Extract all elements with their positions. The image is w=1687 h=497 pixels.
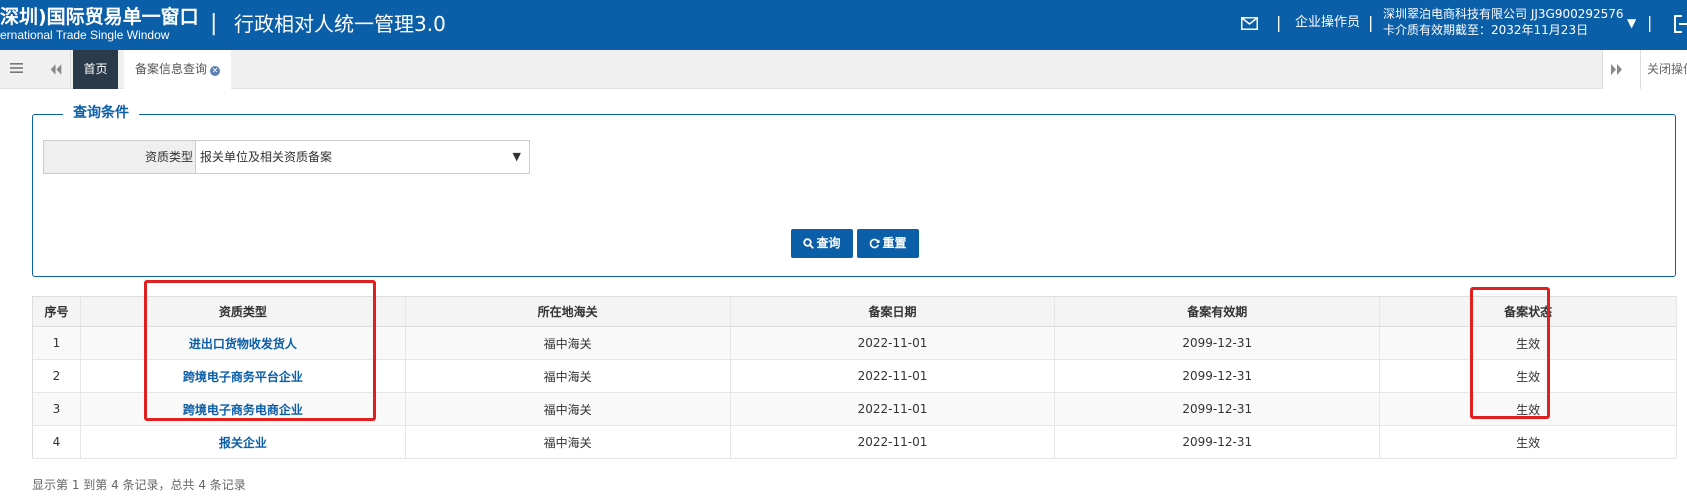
cell-valid: 2099-12-31 bbox=[1054, 326, 1381, 360]
column-header[interactable]: 资质类型 bbox=[80, 296, 406, 327]
cell-type-link[interactable]: 报关企业 bbox=[80, 425, 406, 459]
qualification-type-label: 资质类型 bbox=[44, 141, 196, 173]
logout-icon[interactable] bbox=[1674, 15, 1687, 33]
top-header: 深圳)国际贸易单一窗口 ernational Trade Single Wind… bbox=[0, 0, 1687, 50]
cell-customs: 福中海关 bbox=[405, 326, 731, 360]
reset-button[interactable]: 重置 bbox=[857, 229, 919, 258]
column-header[interactable]: 所在地海关 bbox=[405, 296, 731, 327]
cell-no: 1 bbox=[32, 326, 81, 360]
results-table: 序号 资质类型 所在地海关 备案日期 备案有效期 备案状态 1 进出口货物收发货… bbox=[32, 296, 1677, 459]
table-row[interactable]: 4 报关企业 福中海关 2022-11-01 2099-12-31 生效 bbox=[32, 425, 1677, 459]
system-title: 行政相对人统一管理3.0 bbox=[234, 12, 446, 36]
cell-valid: 2099-12-31 bbox=[1054, 392, 1381, 426]
column-header[interactable]: 备案日期 bbox=[730, 296, 1056, 327]
table-header-row: 序号 资质类型 所在地海关 备案日期 备案有效期 备案状态 bbox=[32, 296, 1677, 327]
refresh-icon bbox=[870, 238, 880, 249]
brand-title-cn: 深圳)国际贸易单一窗口 bbox=[0, 6, 199, 28]
cell-status: 生效 bbox=[1379, 425, 1677, 459]
table-row[interactable]: 1 进出口货物收发货人 福中海关 2022-11-01 2099-12-31 生… bbox=[32, 326, 1677, 360]
mail-icon[interactable] bbox=[1241, 17, 1258, 30]
table-row[interactable]: 3 跨境电子商务电商企业 福中海关 2022-11-01 2099-12-31 … bbox=[32, 392, 1677, 426]
tab-label: 备案信息查询 bbox=[135, 62, 208, 76]
chevron-down-icon: ▼ bbox=[512, 150, 521, 163]
query-conditions-legend: 查询条件 bbox=[63, 103, 139, 123]
company-info[interactable]: 深圳翠泊电商科技有限公司 JJ3G900292576 卡介质有效期截至：2032… bbox=[1383, 6, 1624, 38]
card-expiry: 卡介质有效期截至：2032年11月23日 bbox=[1383, 23, 1589, 37]
cell-status: 生效 bbox=[1379, 392, 1677, 426]
query-conditions-panel: 查询条件 资质类型 报关单位及相关资质备案 ▼ 查询 重置 bbox=[32, 103, 1676, 277]
cell-status: 生效 bbox=[1379, 326, 1677, 360]
user-role[interactable]: 企业操作员 bbox=[1295, 15, 1360, 31]
brand-logo[interactable]: 深圳)国际贸易单一窗口 ernational Trade Single Wind… bbox=[0, 6, 199, 43]
chevron-down-icon[interactable]: ▼ bbox=[1627, 16, 1636, 30]
column-header[interactable]: 备案有效期 bbox=[1054, 296, 1381, 327]
cell-type-link[interactable]: 跨境电子商务电商企业 bbox=[80, 392, 406, 426]
column-header[interactable]: 序号 bbox=[32, 296, 81, 327]
reset-button-label: 重置 bbox=[882, 236, 907, 250]
cell-no: 3 bbox=[32, 392, 81, 426]
brand-title-en: ernational Trade Single Window bbox=[0, 28, 170, 42]
cell-no: 4 bbox=[32, 425, 81, 459]
cell-customs: 福中海关 bbox=[405, 359, 731, 393]
tab-filing-query[interactable]: 备案信息查询 ✕ bbox=[124, 50, 232, 89]
qualification-type-select[interactable]: 报关单位及相关资质备案 ▼ bbox=[196, 141, 529, 173]
search-icon bbox=[803, 238, 815, 249]
cell-date: 2022-11-01 bbox=[730, 425, 1056, 459]
header-separator: | bbox=[1368, 13, 1374, 32]
cell-status: 生效 bbox=[1379, 359, 1677, 393]
search-button[interactable]: 查询 bbox=[791, 229, 853, 258]
cell-customs: 福中海关 bbox=[405, 392, 731, 426]
close-icon[interactable]: ✕ bbox=[210, 66, 221, 76]
tab-home[interactable]: 首页 bbox=[73, 50, 118, 89]
search-button-label: 查询 bbox=[816, 236, 841, 250]
double-chevron-right-icon[interactable] bbox=[1602, 50, 1630, 89]
cell-date: 2022-11-01 bbox=[730, 326, 1056, 360]
cell-date: 2022-11-01 bbox=[730, 392, 1056, 426]
cell-customs: 福中海关 bbox=[405, 425, 731, 459]
pagination-summary: 显示第 1 到第 4 条记录，总共 4 条记录 bbox=[32, 478, 246, 492]
qualification-type-row: 资质类型 报关单位及相关资质备案 ▼ bbox=[43, 140, 530, 174]
cell-valid: 2099-12-31 bbox=[1054, 425, 1381, 459]
select-value: 报关单位及相关资质备案 bbox=[200, 150, 333, 164]
header-divider: | bbox=[210, 11, 218, 36]
tab-bar: 首页 备案信息查询✕ 关闭操作 bbox=[0, 50, 1687, 89]
cell-type-link[interactable]: 跨境电子商务平台企业 bbox=[80, 359, 406, 393]
cell-valid: 2099-12-31 bbox=[1054, 359, 1381, 393]
close-operations-button[interactable]: 关闭操作 bbox=[1640, 50, 1687, 89]
table-row[interactable]: 2 跨境电子商务平台企业 福中海关 2022-11-01 2099-12-31 … bbox=[32, 359, 1677, 393]
header-separator: | bbox=[1647, 13, 1653, 32]
cell-date: 2022-11-01 bbox=[730, 359, 1056, 393]
column-header[interactable]: 备案状态 bbox=[1379, 296, 1677, 327]
cell-no: 2 bbox=[32, 359, 81, 393]
menu-icon[interactable] bbox=[10, 61, 24, 75]
double-chevron-left-icon[interactable] bbox=[43, 50, 71, 89]
header-separator: | bbox=[1276, 13, 1282, 32]
cell-type-link[interactable]: 进出口货物收发货人 bbox=[80, 326, 406, 360]
company-name: 深圳翠泊电商科技有限公司 JJ3G900292576 bbox=[1383, 7, 1624, 21]
